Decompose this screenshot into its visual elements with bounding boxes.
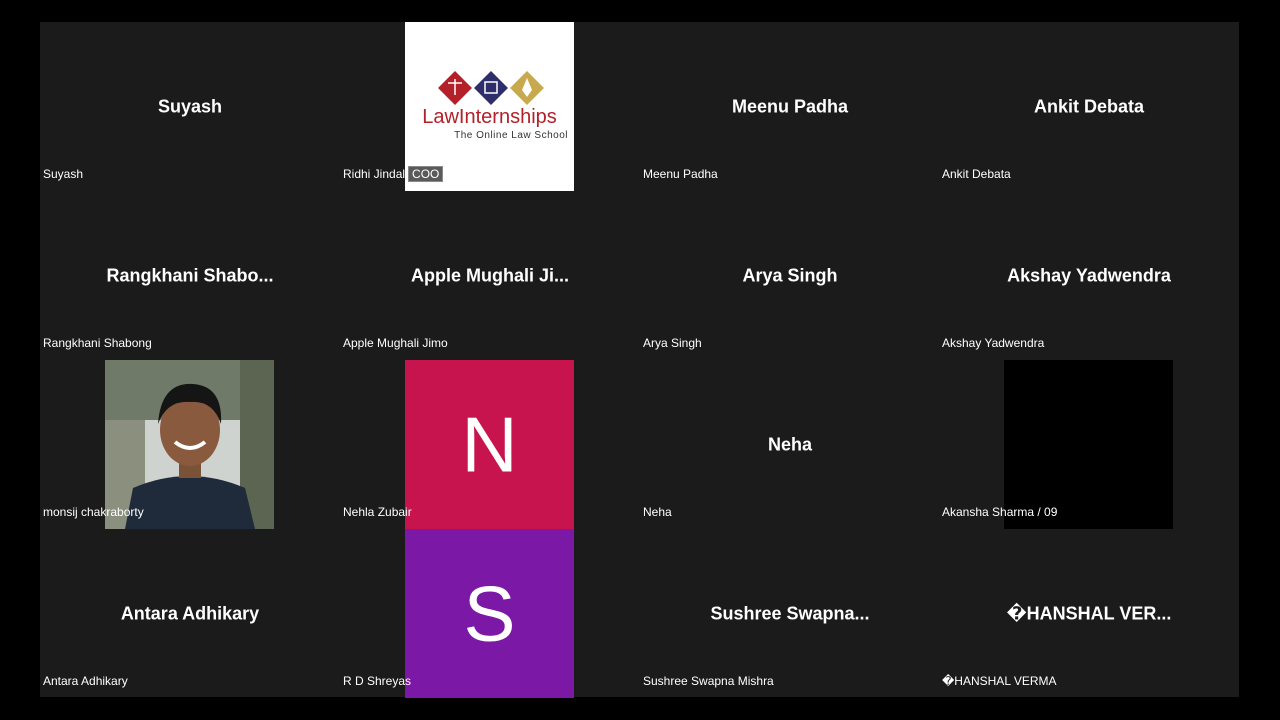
participant-tile[interactable]: Rangkhani Shabo... Rangkhani Shabong [40,191,340,360]
video-gallery: Suyash Suyash LawInternships The Online … [40,22,1239,698]
participant-display-name: Suyash [157,96,223,116]
participant-name-label: Antara Adhikary [43,674,128,688]
participant-display-name: �HANSHAL VER... [1006,603,1172,623]
participant-tile[interactable]: N Nehla Zubair [340,360,640,529]
logo-subtitle: The Online Law School [454,130,568,141]
participant-name-label: Akansha Sharma / 09 [942,505,1058,519]
participant-display-name: Akshay Yadwendra [1007,265,1171,285]
participant-tile[interactable]: Neha Neha [640,360,940,529]
participant-tile[interactable]: S R D Shreyas [340,529,640,698]
participant-tile[interactable]: Akshay Yadwendra Akshay Yadwendra [939,191,1239,360]
participant-name-label: Meenu Padha [643,167,718,181]
participant-name-label: Ankit Debata [942,167,1011,181]
participant-name-label: �HANSHAL VERMA [942,674,1057,688]
avatar-letter: S [463,569,516,657]
participant-name-label: Nehla Zubair [343,505,412,519]
participant-display-name: Antara Adhikary [120,603,260,623]
participant-tile[interactable]: monsij chakraborty [40,360,340,529]
participant-name-label: monsij chakraborty [43,505,144,519]
participant-name-label: Suyash [43,167,84,181]
participant-tile[interactable]: �HANSHAL VER... �HANSHAL VERMA [939,529,1239,698]
participant-name-label: Neha [643,505,672,519]
role-badge: COO [408,166,444,182]
participant-name-label: R D Shreyas [343,674,412,688]
participant-name-label: Sushree Swapna Mishra [643,674,774,688]
participant-tile[interactable]: Ankit Debata Ankit Debata [939,22,1239,191]
avatar: N [405,360,574,529]
avatar-letter: N [461,400,518,488]
participant-name-label: Arya Singh [643,336,702,350]
participant-display-name: Apple Mughali Ji... [410,265,569,285]
participant-display-name: Meenu Padha [731,96,849,116]
participant-display-name: Arya Singh [742,265,838,285]
participant-tile[interactable]: Antara Adhikary Antara Adhikary [40,529,340,698]
logo-title: LawInternships [422,106,557,128]
participant-name-label: Ridhi Jindal COO [340,166,446,182]
participant-name-label: Apple Mughali Jimo [343,336,448,350]
participant-tile[interactable]: Akansha Sharma / 09 [939,360,1239,529]
participant-tile[interactable]: Meenu Padha Meenu Padha [640,22,940,191]
participant-name-label: Rangkhani Shabong [43,336,152,350]
participant-display-name: Rangkhani Shabo... [106,265,274,285]
participant-display-name: Sushree Swapna... [710,603,870,623]
participant-tile[interactable]: Arya Singh Arya Singh [640,191,940,360]
participant-display-name: Ankit Debata [1033,96,1145,116]
participant-tile[interactable]: LawInternships The Online Law School Rid… [340,22,640,191]
participant-tile[interactable]: Apple Mughali Ji... Apple Mughali Jimo [340,191,640,360]
participant-display-name: Neha [767,434,812,454]
participant-tile[interactable]: Suyash Suyash [40,22,340,191]
participant-tile[interactable]: Sushree Swapna... Sushree Swapna Mishra [640,529,940,698]
participant-name-label: Akshay Yadwendra [942,336,1045,350]
avatar: S [405,529,574,698]
